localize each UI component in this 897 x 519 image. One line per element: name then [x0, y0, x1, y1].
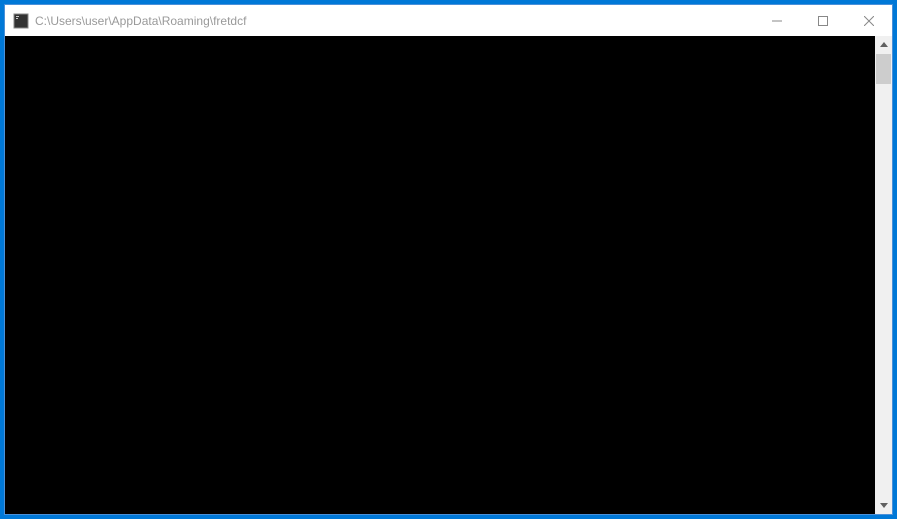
console-content[interactable] [5, 36, 875, 514]
window-title: C:\Users\user\AppData\Roaming\fretdcf [35, 14, 754, 28]
window-controls [754, 5, 892, 36]
scroll-thumb[interactable] [876, 54, 891, 84]
scroll-up-button[interactable] [875, 36, 892, 53]
titlebar[interactable]: C:\Users\user\AppData\Roaming\fretdcf [5, 5, 892, 36]
app-icon [13, 13, 29, 29]
vertical-scrollbar[interactable] [875, 36, 892, 514]
client-area [5, 36, 892, 514]
maximize-button[interactable] [800, 5, 846, 36]
scroll-down-button[interactable] [875, 497, 892, 514]
minimize-button[interactable] [754, 5, 800, 36]
application-window: C:\Users\user\AppData\Roaming\fretdcf [4, 4, 893, 515]
close-button[interactable] [846, 5, 892, 36]
